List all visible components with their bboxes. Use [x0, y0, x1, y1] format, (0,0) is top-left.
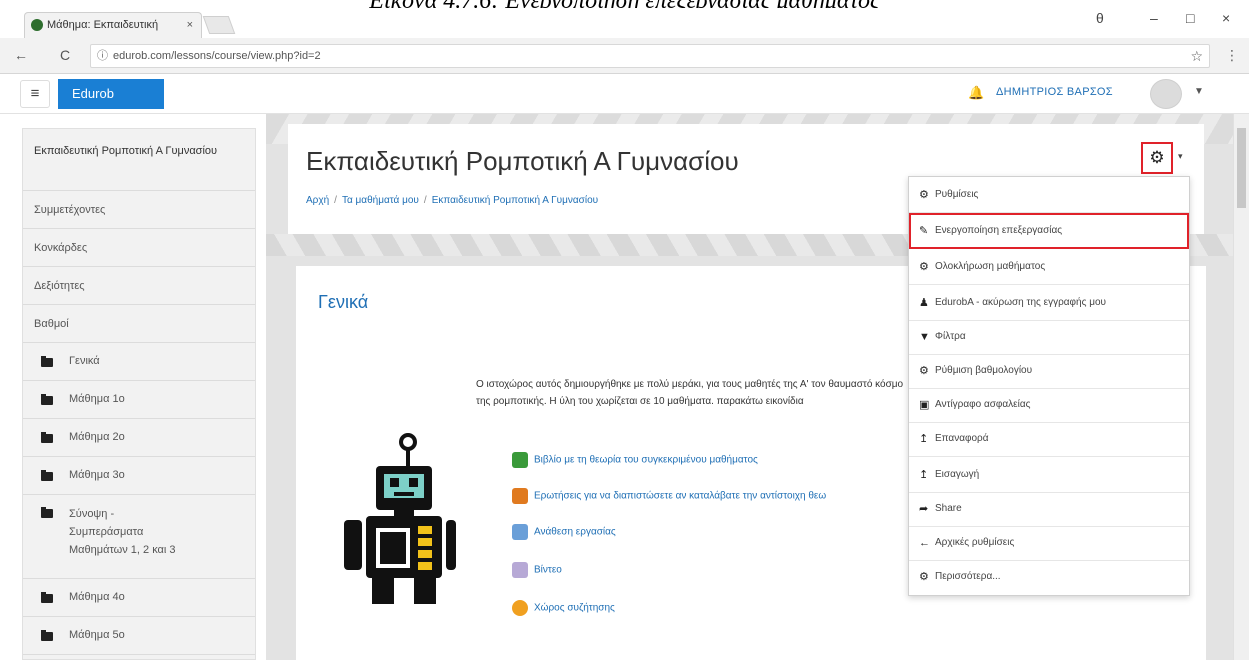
- drawer-item-participants[interactable]: Συμμετέχοντες: [23, 191, 255, 229]
- section-intro: Ο ιστοχώρος αυτός δημιουργήθηκε με πολύ …: [476, 379, 904, 407]
- activity-quiz[interactable]: Ερωτήσεις για να διαπιστώσετε αν καταλάβ…: [512, 488, 826, 504]
- menu-item-unenrol[interactable]: ♟ EdurobA - ακύρωση της εγγραφής μου: [909, 285, 1189, 321]
- video-icon: [512, 562, 528, 578]
- book-icon: [512, 452, 528, 468]
- menu-item-reset[interactable]: ← Αρχικές ρυθμίσεις: [909, 525, 1189, 561]
- menu-item-import[interactable]: ↥ Εισαγωγή: [909, 457, 1189, 493]
- drawer-section-lesson3[interactable]: Μάθημα 3ο: [23, 457, 255, 495]
- drawer-section-lesson5[interactable]: Μάθημα 5ο: [23, 617, 255, 655]
- drawer-section-lesson2[interactable]: Μάθημα 2ο: [23, 419, 255, 457]
- breadcrumb: Αρχή / Τα μαθήματά μου / Εκπαιδευτική Ρομποτ…: [306, 195, 599, 206]
- profile-icon[interactable]: θ: [1096, 10, 1104, 26]
- upload-icon: ↥: [919, 433, 929, 445]
- breadcrumb-course[interactable]: Εκπαιδευτική Ρομποτική Α Γυμνασίου: [432, 195, 598, 206]
- menu-item-course-completion[interactable]: ⚙ Ολοκλήρωση μαθήματος: [909, 249, 1189, 285]
- nav-drawer: Εκπαιδευτική Ρομποτική Α Γυμνασίου Συμμε…: [22, 128, 256, 660]
- course-actions-gear-icon[interactable]: ⚙: [1141, 142, 1173, 174]
- folder-icon: [41, 356, 53, 367]
- menu-item-share[interactable]: ➦ Share: [909, 491, 1189, 527]
- gear-icon: ⚙: [919, 189, 929, 201]
- gear-caret-icon[interactable]: ▾: [1178, 151, 1183, 162]
- gear-icon: ⚙: [919, 365, 929, 377]
- menu-item-settings[interactable]: ⚙ Ρυθμίσεις: [909, 177, 1189, 213]
- gear-icon: ⚙: [919, 261, 929, 273]
- folder-icon: [41, 630, 53, 641]
- folder-icon: [41, 394, 53, 405]
- browser-menu-icon[interactable]: ⋮: [1225, 47, 1239, 64]
- assignment-icon: [512, 524, 528, 540]
- folder-icon: [41, 507, 53, 518]
- breadcrumb-home[interactable]: Αρχή: [306, 195, 329, 206]
- menu-item-backup[interactable]: ▣ Αντίγραφο ασφαλείας: [909, 387, 1189, 423]
- user-menu-caret-icon[interactable]: ▼: [1194, 86, 1204, 97]
- page-scrollbar[interactable]: [1233, 114, 1249, 660]
- user-menu-name[interactable]: ΔΗΜΗΤΡΙΟΣ ΒΑΡΣΟΣ: [996, 86, 1113, 98]
- filter-icon: ▼: [919, 331, 930, 343]
- section-title[interactable]: Γενικά: [318, 292, 368, 313]
- arrow-left-icon: ←: [919, 537, 930, 549]
- drawer-section-summary[interactable]: Σύνοψη - Συμπεράσματα Μαθημάτων 1, 2 και…: [23, 495, 255, 579]
- bookmark-star-icon[interactable]: ☆: [1190, 45, 1203, 67]
- pencil-icon: ✎: [919, 225, 929, 237]
- new-tab-button[interactable]: [202, 16, 236, 34]
- page-title: Εκπαιδευτική Ρομποτική Α Γυμνασίου: [306, 146, 739, 176]
- brand-link[interactable]: Edurob: [58, 79, 164, 109]
- address-bar: ← C ⓘ edurob.com/lessons/course/view.php…: [0, 38, 1249, 74]
- course-actions-menu: ⚙ Ρυθμίσεις ✎ Ενεργοποίηση επεξεργασίας ⚙ Ο…: [908, 176, 1190, 596]
- drawer-item-competencies[interactable]: Δεξιότητες: [23, 267, 255, 305]
- scrollbar-thumb[interactable]: [1237, 128, 1246, 208]
- share-icon: ➦: [919, 503, 929, 515]
- folder-icon: [41, 470, 53, 481]
- minimize-button[interactable]: –: [1150, 10, 1158, 26]
- menu-item-gradebook-setup[interactable]: ⚙ Ρύθμιση βαθμολογίου: [909, 353, 1189, 389]
- document-caption: Εικόνα 4.7.6: Ενεργοποίηση επεξεργασίας …: [0, 0, 1249, 8]
- back-button[interactable]: ←: [14, 47, 28, 63]
- favicon-icon: [31, 19, 43, 31]
- notification-bell-icon[interactable]: 🔔: [968, 85, 984, 101]
- robot-image: [344, 433, 456, 604]
- menu-item-more[interactable]: ⚙ Περισσότερα...: [909, 559, 1189, 595]
- menu-item-turn-editing-on[interactable]: ✎ Ενεργοποίηση επεξεργασίας: [909, 213, 1189, 249]
- quiz-icon: [512, 488, 528, 504]
- drawer-item-grades[interactable]: Βαθμοί: [23, 305, 255, 343]
- backup-icon: ▣: [919, 399, 930, 411]
- user-icon: ♟: [919, 297, 929, 309]
- gear-icon: ⚙: [919, 571, 929, 583]
- drawer-toggle-button[interactable]: ≡: [20, 80, 50, 108]
- drawer-section-lesson4[interactable]: Μάθημα 4ο: [23, 579, 255, 617]
- activity-assignment[interactable]: Ανάθεση εργασίας: [512, 524, 616, 540]
- drawer-item-badges[interactable]: Κονκάρδες: [23, 229, 255, 267]
- upload-icon: ↥: [919, 469, 929, 481]
- folder-icon: [41, 432, 53, 443]
- url-text: edurob.com/lessons/course/view.php?id=2: [113, 50, 321, 62]
- tab-title: Μάθημα: Εκπαιδευτική: [47, 19, 159, 31]
- close-window-button[interactable]: ×: [1222, 10, 1230, 26]
- activity-book[interactable]: Βιβλίο με τη θεωρία του συγκεκριμένου μα…: [512, 452, 758, 468]
- drawer-section-general[interactable]: Γενικά: [23, 343, 255, 381]
- activity-forum[interactable]: Χώρος συζήτησης: [512, 600, 615, 616]
- folder-icon: [41, 592, 53, 603]
- activity-video[interactable]: Βίντεο: [512, 562, 562, 578]
- menu-item-filters[interactable]: ▼ Φίλτρα: [909, 319, 1189, 355]
- tab-close-icon[interactable]: ×: [187, 13, 193, 37]
- breadcrumb-my-courses[interactable]: Τα μαθήματά μου: [342, 195, 419, 206]
- maximize-button[interactable]: □: [1186, 10, 1194, 26]
- avatar[interactable]: [1150, 79, 1182, 109]
- info-icon[interactable]: ⓘ: [97, 45, 108, 67]
- drawer-course-link[interactable]: Εκπαιδευτική Ρομποτική Α Γυμνασίου: [23, 129, 255, 191]
- drawer-section-lesson1[interactable]: Μάθημα 1ο: [23, 381, 255, 419]
- browser-tab[interactable]: Μάθημα: Εκπαιδευτική ×: [24, 12, 202, 38]
- menu-item-restore[interactable]: ↥ Επαναφορά: [909, 421, 1189, 457]
- url-input[interactable]: ⓘ edurob.com/lessons/course/view.php?id=…: [90, 44, 1210, 68]
- reload-button[interactable]: C: [60, 47, 70, 63]
- forum-icon: [512, 600, 528, 616]
- site-navbar: ≡ Edurob 🔔 ΔΗΜΗΤΡΙΟΣ ΒΑΡΣΟΣ ▼: [0, 74, 1249, 114]
